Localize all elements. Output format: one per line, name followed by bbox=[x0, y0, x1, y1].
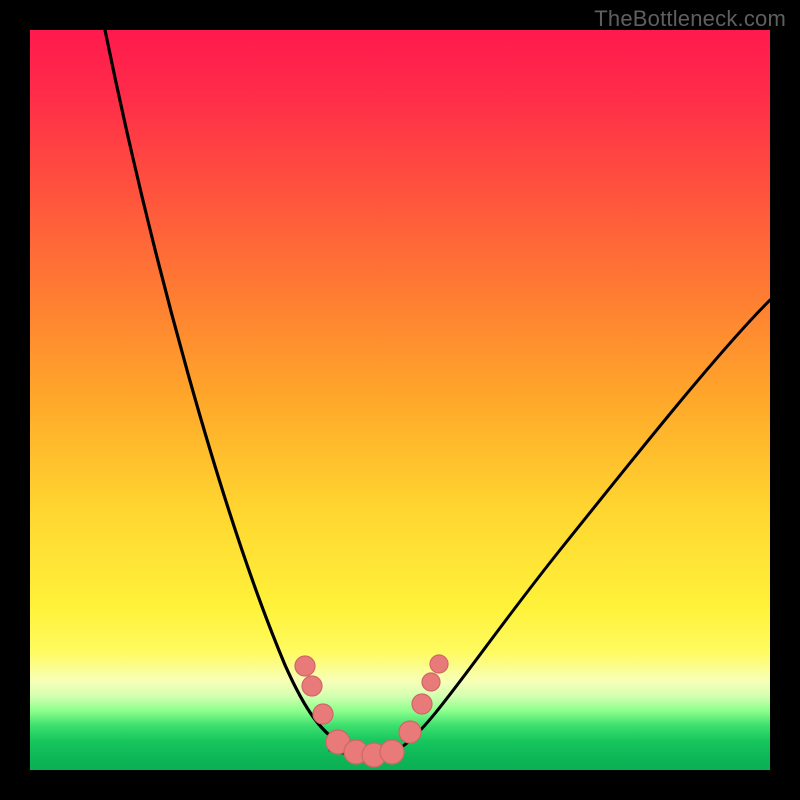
bottleneck-curve-svg bbox=[30, 30, 770, 770]
chart-frame: TheBottleneck.com bbox=[0, 0, 800, 800]
left-marker-mid bbox=[302, 676, 322, 696]
plot-area bbox=[30, 30, 770, 770]
left-branch-curve bbox=[105, 30, 348, 748]
watermark-text: TheBottleneck.com bbox=[594, 6, 786, 32]
right-marker-mid bbox=[412, 694, 432, 714]
valley-mid-right bbox=[380, 740, 404, 764]
left-marker-upper bbox=[295, 656, 315, 676]
left-marker-lower bbox=[313, 704, 333, 724]
right-marker-lower bbox=[399, 721, 421, 743]
valley-markers bbox=[295, 655, 448, 767]
right-marker-upper-b bbox=[430, 655, 448, 673]
right-marker-upper-a bbox=[422, 673, 440, 691]
right-branch-curve bbox=[400, 300, 770, 748]
